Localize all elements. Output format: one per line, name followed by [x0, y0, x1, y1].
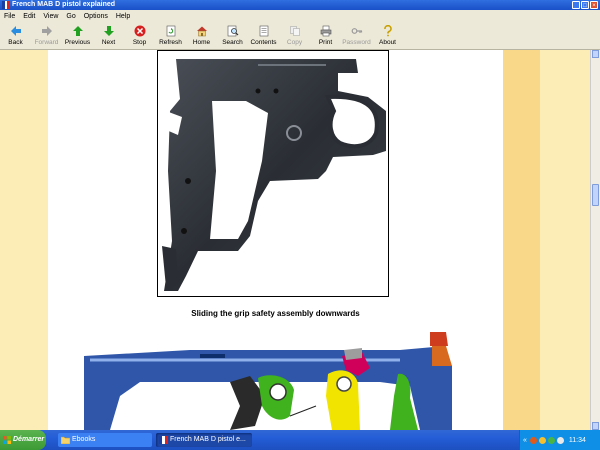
app-icon: [2, 1, 10, 9]
password-button[interactable]: Password: [341, 22, 372, 49]
taskbar: Démarrer Ebooks French MAB D pistol e...…: [0, 430, 600, 450]
menu-options[interactable]: Options: [80, 13, 112, 20]
clock: 11:34: [568, 436, 586, 444]
content-area: Sliding the grip safety assembly downwar…: [0, 50, 590, 430]
refresh-button[interactable]: Refresh: [155, 22, 186, 49]
mechanism-diagram: [80, 326, 460, 430]
maximize-button[interactable]: □: [581, 1, 589, 9]
page-margin-right: [540, 50, 590, 430]
about-button[interactable]: About: [372, 22, 403, 49]
tray-app-icon[interactable]: [529, 436, 537, 444]
search-icon: [227, 25, 238, 37]
close-button[interactable]: ×: [590, 1, 598, 9]
forward-arrow-icon: [41, 26, 52, 36]
system-tray: « 11:34: [519, 430, 600, 450]
home-icon: [196, 26, 207, 37]
page-margin-left: [0, 50, 48, 430]
scroll-up-button[interactable]: [592, 50, 599, 58]
tray-volume-icon[interactable]: [556, 436, 564, 444]
previous-button[interactable]: Previous: [62, 22, 93, 49]
start-button[interactable]: Démarrer: [0, 430, 46, 450]
menu-help[interactable]: Help: [112, 13, 134, 20]
down-arrow-icon: [103, 26, 114, 36]
up-arrow-icon: [72, 26, 83, 36]
next-button[interactable]: Next: [93, 22, 124, 49]
menu-go[interactable]: Go: [62, 13, 79, 20]
back-button[interactable]: Back: [0, 22, 31, 49]
search-button[interactable]: Search: [217, 22, 248, 49]
figure-caption: Sliding the grip safety assembly downwar…: [191, 309, 360, 318]
tray-expand-button[interactable]: «: [520, 437, 530, 444]
copy-icon: [289, 26, 300, 36]
toolbar: Back Forward Previous Next Stop Refresh …: [0, 22, 600, 50]
window-title: French MAB D pistol explained: [12, 1, 116, 8]
taskbar-item-ebooks[interactable]: Ebooks: [58, 433, 152, 447]
key-icon: [351, 28, 362, 34]
taskbar-item-ebook-viewer[interactable]: French MAB D pistol e...: [156, 433, 252, 447]
menu-view[interactable]: View: [39, 13, 62, 20]
stop-icon: [134, 25, 145, 37]
folder-icon: [61, 436, 70, 444]
page-margin-right-band: [503, 50, 540, 430]
print-button[interactable]: Print: [310, 22, 341, 49]
copy-button[interactable]: Copy: [279, 22, 310, 49]
refresh-icon: [166, 25, 175, 37]
title-bar: French MAB D pistol explained _ □ ×: [0, 0, 600, 10]
contents-icon: [259, 25, 268, 37]
tray-network-icon[interactable]: [547, 436, 555, 444]
scrollbar-thumb[interactable]: [592, 184, 599, 206]
stop-button[interactable]: Stop: [124, 22, 155, 49]
pistol-frame-illustration: [158, 51, 388, 296]
print-icon: [320, 25, 331, 37]
home-button[interactable]: Home: [186, 22, 217, 49]
forward-button[interactable]: Forward: [31, 22, 62, 49]
windows-logo-icon: [3, 436, 11, 444]
start-label: Démarrer: [13, 436, 45, 443]
menu-edit[interactable]: Edit: [19, 13, 39, 20]
menu-bar: File Edit View Go Options Help: [0, 10, 600, 22]
help-icon: [383, 25, 392, 37]
ebook-app-icon: [159, 436, 168, 444]
pistol-frame-photo: [157, 50, 389, 297]
scroll-down-button[interactable]: [592, 422, 599, 430]
menu-file[interactable]: File: [0, 13, 19, 20]
contents-button[interactable]: Contents: [248, 22, 279, 49]
back-arrow-icon: [10, 26, 21, 36]
tray-shield-icon[interactable]: [538, 436, 546, 444]
vertical-scrollbar[interactable]: [590, 50, 600, 430]
minimize-button[interactable]: _: [572, 1, 580, 9]
